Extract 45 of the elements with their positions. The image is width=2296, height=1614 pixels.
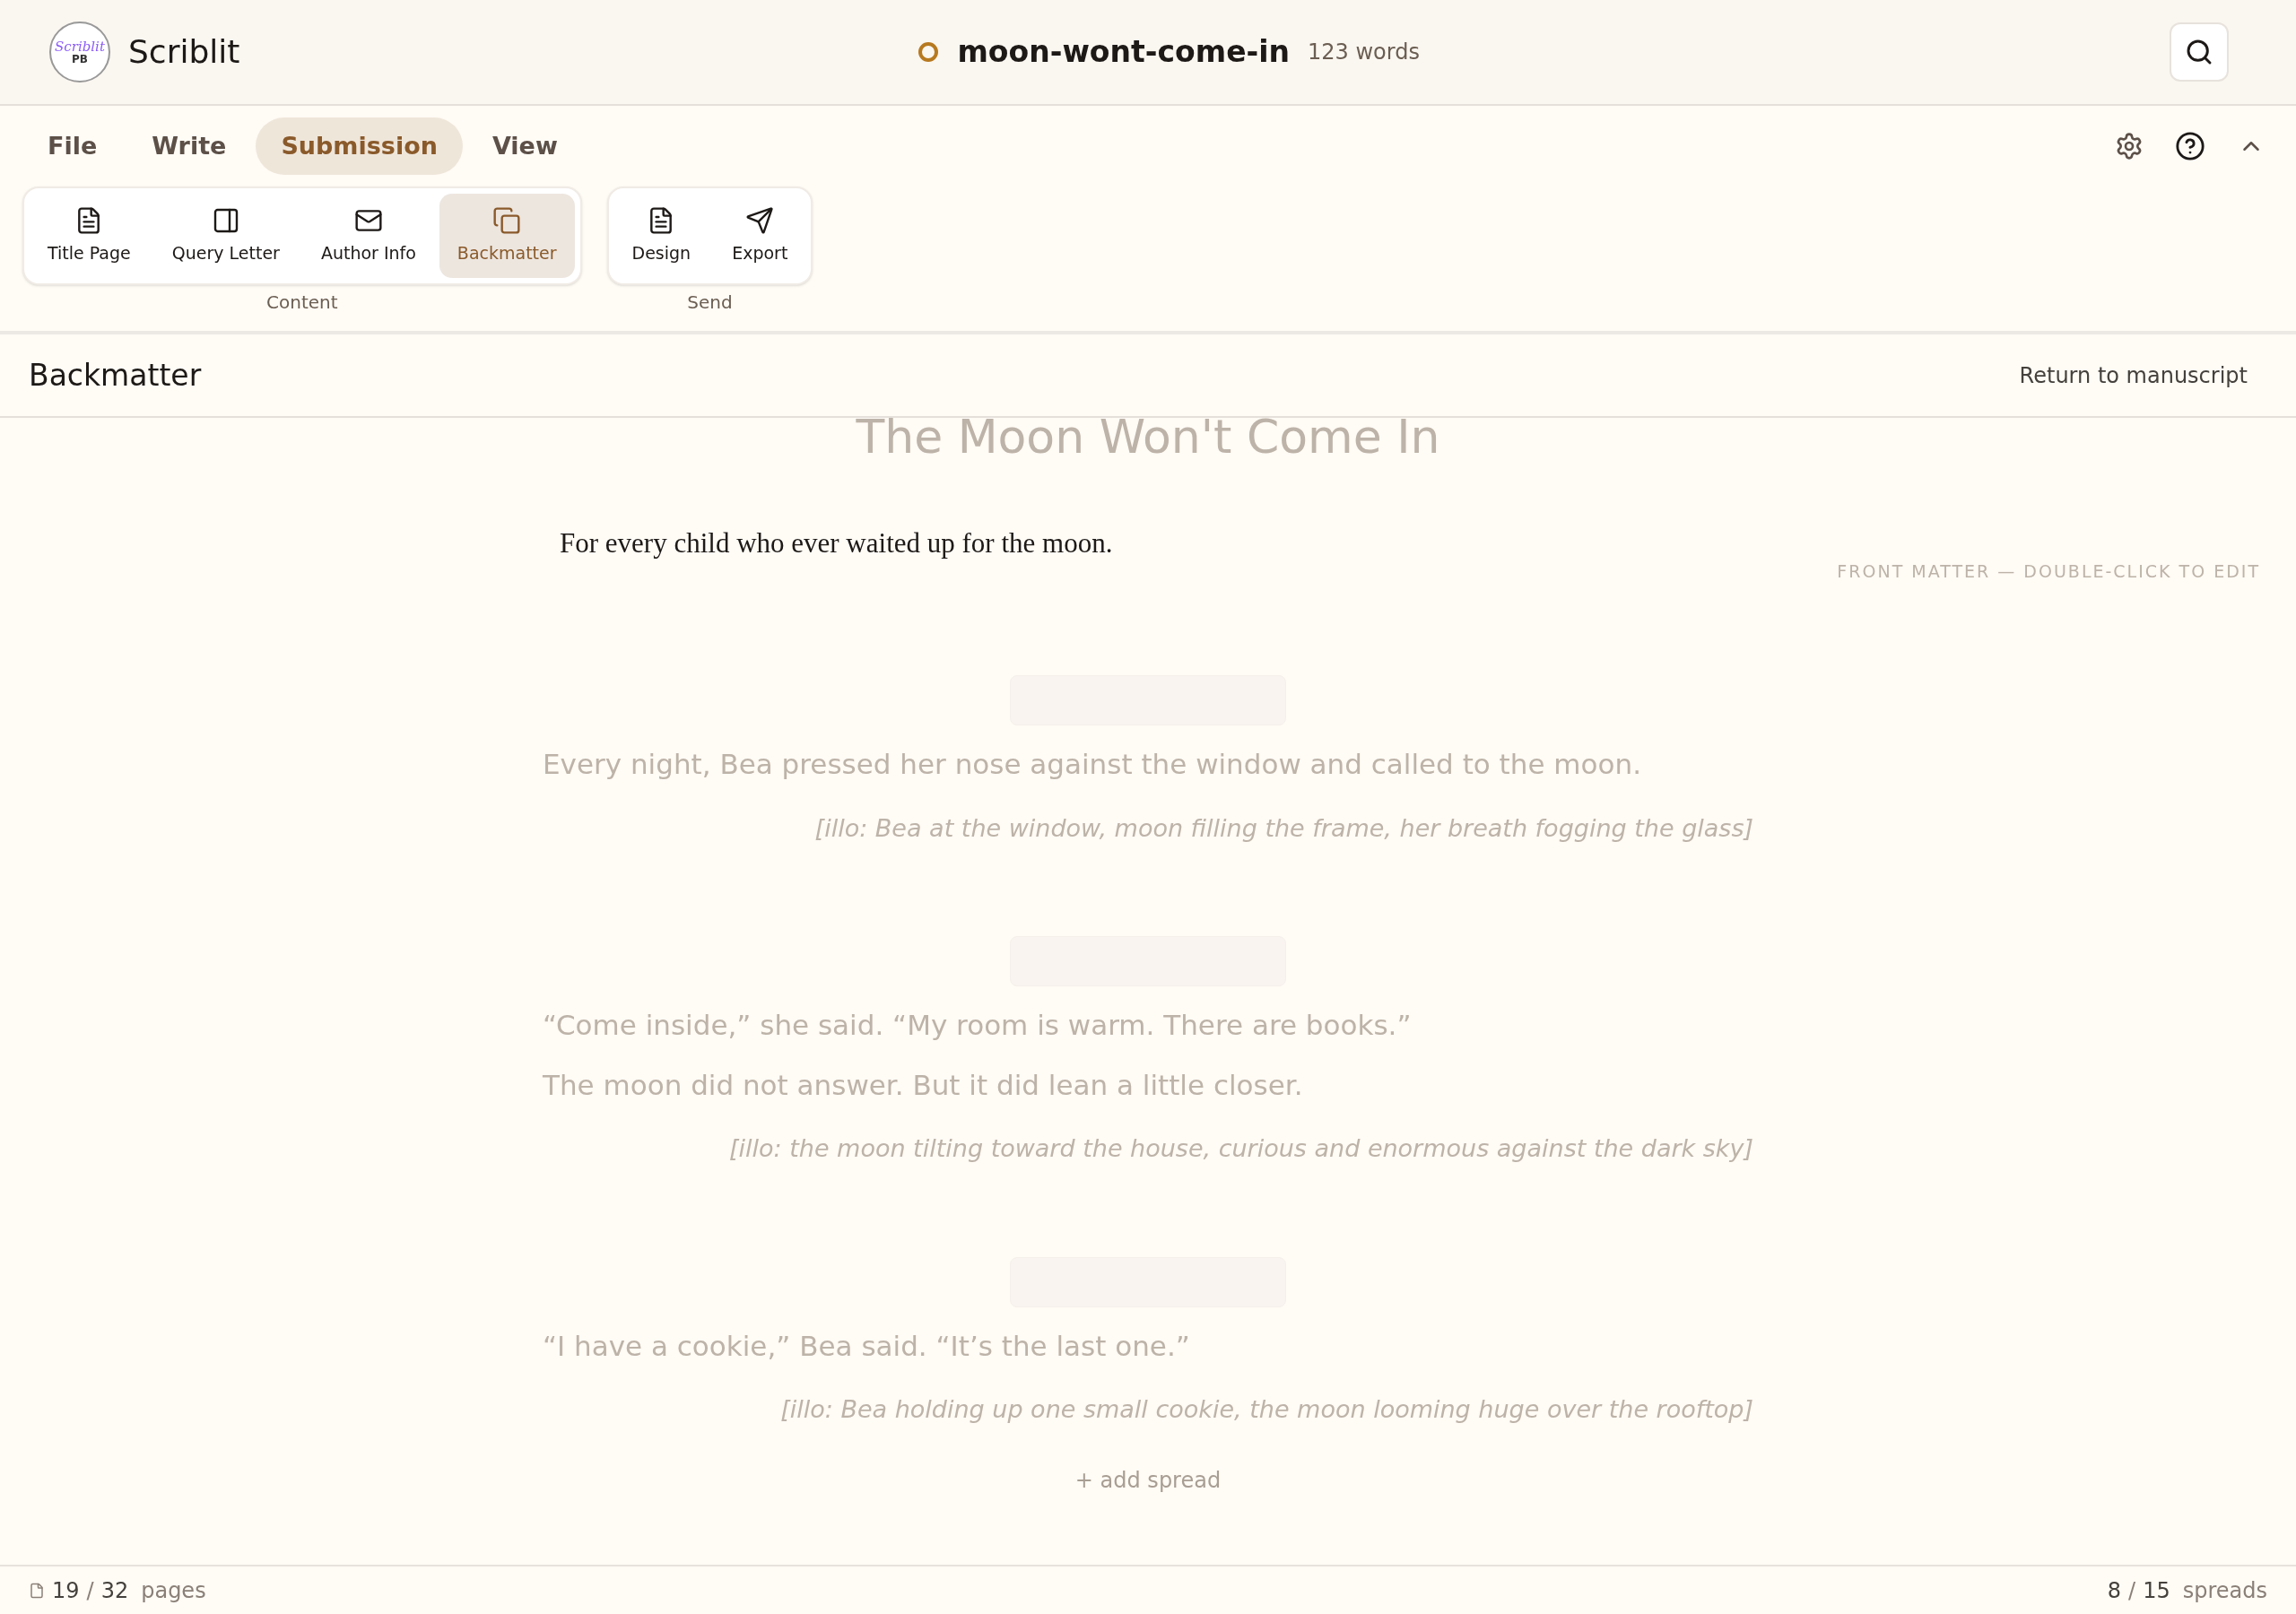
- page-icon: [29, 1582, 45, 1599]
- send-icon: [745, 205, 775, 235]
- menu-tab[interactable]: Write: [126, 117, 252, 175]
- menu-tab[interactable]: View: [466, 117, 583, 175]
- logo-script: Scriblit: [55, 39, 105, 54]
- word-count: 123 words: [1308, 39, 1420, 66]
- ribbon-button[interactable]: Title Page: [30, 194, 149, 278]
- return-link[interactable]: Return to manuscript: [2019, 359, 2248, 392]
- ribbon-button[interactable]: Export: [714, 194, 806, 278]
- spreads-separator: /: [2128, 1576, 2136, 1605]
- search-icon: [2185, 38, 2213, 66]
- manuscript-paragraph: “I have a cookie,” Bea said. “It’s the last one.”: [543, 1328, 1191, 1364]
- spreads-unit: spreads: [2182, 1576, 2267, 1605]
- settings-icon: [2115, 132, 2144, 161]
- ribbon-button[interactable]: Backmatter: [439, 194, 575, 278]
- manuscript-paragraph: Every night, Bea pressed her nose against the window and called to the moon.: [543, 747, 1642, 782]
- pages-current: 19: [52, 1576, 80, 1605]
- spreads-total: 15: [2143, 1576, 2170, 1605]
- search-button[interactable]: [2170, 22, 2229, 82]
- app-name: Scriblit: [128, 32, 240, 72]
- dedication-text: For every child who ever waited up for the moon.: [560, 526, 1113, 560]
- illustration-note: [illo: the moon tilting toward the house, curious and enormous against the dark sky]: [728, 1133, 1753, 1164]
- copy-icon: [492, 205, 522, 235]
- group-label: Content: [266, 291, 338, 315]
- logo-initials: PB: [72, 53, 88, 65]
- status-ring-icon: [918, 41, 940, 63]
- menu-tab[interactable]: File: [22, 117, 123, 175]
- front-matter-hint: FRONT MATTER — DOUBLE-CLICK TO EDIT: [1837, 560, 2260, 583]
- menu-tab[interactable]: Submission: [256, 117, 463, 175]
- group-label: Send: [687, 291, 733, 315]
- illustration-note: [illo: Bea at the window, moon filling the frame, her breath fogging the glass]: [814, 812, 1753, 844]
- manuscript-paragraph: The moon did not answer. But it did lean a little closer.: [543, 1067, 1304, 1103]
- spreads-current: 8: [2107, 1576, 2122, 1605]
- ribbon-button[interactable]: Query Letter: [153, 194, 298, 278]
- ribbon-button[interactable]: Author Info: [302, 194, 434, 278]
- pages-total: 32: [100, 1576, 129, 1605]
- panel-title: Backmatter: [29, 356, 202, 395]
- pages-unit: pages: [141, 1576, 206, 1605]
- help-icon: [2175, 131, 2205, 161]
- manuscript-paragraph: “Come inside,” she said. “My room is warm. There are books.”: [543, 1008, 1413, 1043]
- document-title: moon-wont-come-in: [957, 33, 1290, 72]
- illustration-note: [illo: Bea holding up one small cookie, the moon looming huge over the rooftop]: [780, 1394, 1753, 1425]
- ribbon-button[interactable]: Design: [613, 194, 709, 278]
- pages-separator: /: [86, 1576, 94, 1605]
- manuscript-title: The Moon Won't Come In: [856, 409, 1440, 465]
